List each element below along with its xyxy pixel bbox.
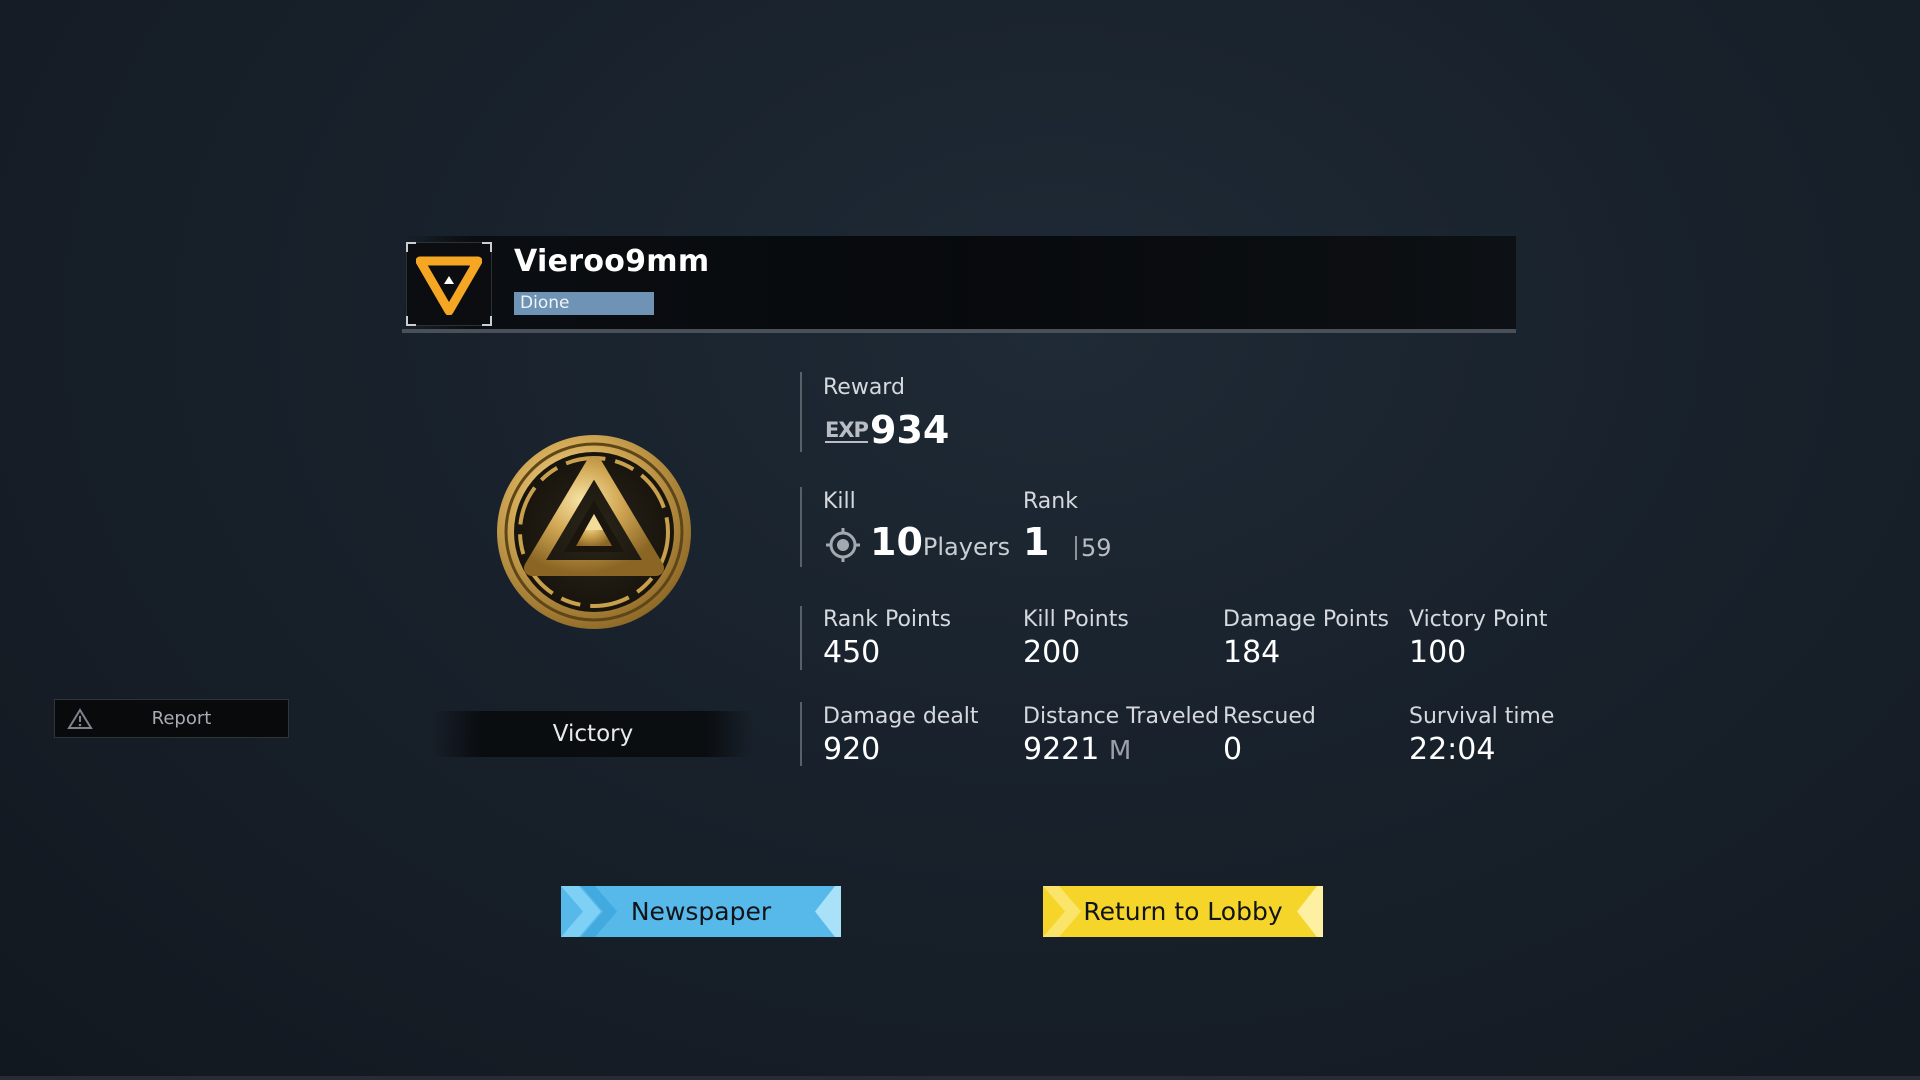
rank-separator	[1075, 536, 1077, 560]
kill-rank-divider	[800, 487, 802, 567]
damage-points-label: Damage Points	[1223, 607, 1389, 632]
header-divider	[402, 329, 1516, 333]
player-avatar[interactable]	[406, 242, 492, 326]
victory-point-label: Victory Point	[1409, 607, 1548, 632]
return-to-lobby-label: Return to Lobby	[1083, 897, 1283, 926]
exp-value: 934	[870, 408, 950, 452]
screen-bottom-edge	[0, 1076, 1920, 1080]
return-to-lobby-button[interactable]: Return to Lobby	[1043, 886, 1323, 937]
avatar-corner	[482, 242, 492, 252]
damage-points-value: 184	[1223, 635, 1281, 670]
orange-triangle-emblem-icon	[416, 256, 482, 315]
report-button[interactable]: Report	[54, 699, 289, 738]
newspaper-label: Newspaper	[630, 897, 772, 926]
kill-unit: Players	[922, 533, 1011, 561]
survival-time-value: 22:04	[1409, 732, 1496, 767]
crosshair-icon	[826, 528, 860, 562]
rank-total: 59	[1081, 534, 1112, 562]
rescued-label: Rescued	[1223, 704, 1316, 729]
kill-points-label: Kill Points	[1023, 607, 1129, 632]
distance-unit: M	[1108, 736, 1132, 766]
rescued-value: 0	[1223, 732, 1243, 767]
avatar-corner	[406, 242, 416, 252]
kill-label: Kill	[823, 489, 856, 514]
distance-traveled-label: Distance Traveled	[1023, 704, 1220, 729]
survival-time-label: Survival time	[1409, 704, 1555, 729]
details-divider	[800, 702, 802, 766]
kill-count: 10	[870, 520, 923, 564]
damage-dealt-label: Damage dealt	[823, 704, 979, 729]
victory-point-value: 100	[1409, 635, 1467, 670]
points-divider	[800, 606, 802, 670]
server-tag: Dione	[514, 292, 654, 315]
avatar-corner	[482, 316, 492, 326]
match-result-label: Victory	[432, 711, 754, 757]
kill-points-value: 200	[1023, 635, 1081, 670]
distance-traveled-value: 9221	[1023, 732, 1100, 767]
reward-divider	[800, 372, 802, 452]
damage-dealt-value: 920	[823, 732, 881, 767]
gold-triangle-medal-icon	[497, 435, 691, 629]
rank-points-label: Rank Points	[823, 607, 952, 632]
report-label: Report	[151, 708, 212, 729]
rank-value: 1	[1023, 520, 1050, 564]
reward-label: Reward	[823, 375, 905, 400]
player-name: Vieroo9mm	[514, 244, 710, 279]
rank-points-value: 450	[823, 635, 881, 670]
newspaper-button[interactable]: Newspaper	[561, 886, 841, 937]
avatar-corner	[406, 316, 416, 326]
exp-badge: EXP	[825, 418, 869, 443]
rank-label: Rank	[1023, 489, 1078, 514]
